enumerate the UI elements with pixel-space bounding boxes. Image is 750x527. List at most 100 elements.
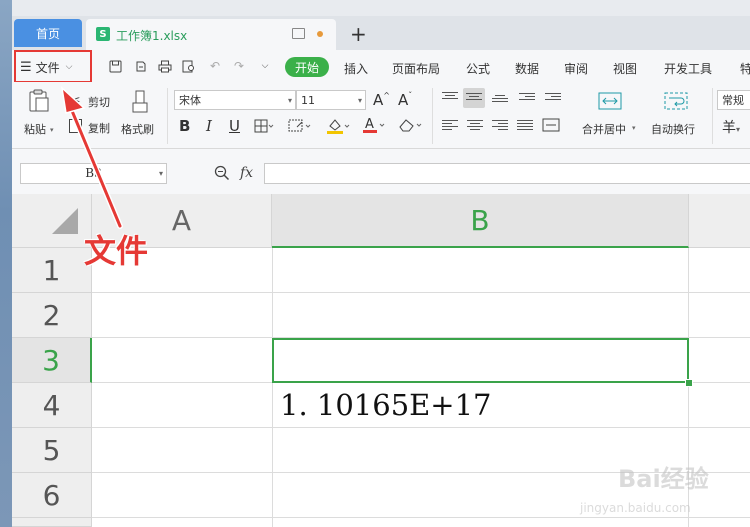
tab-start[interactable]: 开始: [285, 57, 329, 77]
align-top-icon[interactable]: [442, 92, 458, 104]
justify-icon[interactable]: [517, 120, 533, 132]
font-name-select[interactable]: 宋体 ▾: [174, 90, 296, 110]
tab-home[interactable]: 首页: [14, 19, 82, 47]
shrink-font-label: A: [398, 91, 409, 109]
format-painter-icon[interactable]: [132, 90, 148, 117]
shrink-font-button[interactable]: Aˇ: [398, 91, 412, 109]
formula-input[interactable]: [264, 163, 750, 184]
spreadsheet-window: 首页 S 工作簿1.xlsx + ☰ 文件 ⌵ ↶ ↷ ⌵ 开始 插入 页面布局…: [0, 0, 750, 527]
tab-insert[interactable]: 插入: [344, 60, 368, 77]
bold-button[interactable]: B: [179, 117, 190, 135]
tab-formulas[interactable]: 公式: [466, 60, 490, 77]
grid-line: [272, 248, 273, 527]
new-tab-button[interactable]: +: [350, 22, 367, 46]
row-header-7[interactable]: [12, 518, 92, 527]
watermark-url: jingyan.baidu.com: [580, 501, 691, 515]
grow-font-label: A: [373, 91, 384, 109]
tab-review[interactable]: 审阅: [564, 60, 588, 77]
decrease-indent-icon[interactable]: [519, 93, 535, 105]
unsaved-dot-icon: [317, 31, 323, 37]
paste-button[interactable]: 粘贴: [24, 121, 46, 137]
font-name-value: 宋体: [179, 94, 201, 107]
borders-icon[interactable]: [254, 119, 274, 136]
export-icon[interactable]: [133, 59, 147, 73]
wrap-text-button[interactable]: 自动换行: [651, 121, 695, 137]
cell-b4[interactable]: 1. 10165E+17: [280, 388, 492, 422]
underline-button[interactable]: U: [229, 117, 240, 135]
tab-more[interactable]: 特: [740, 60, 750, 77]
print-preview-icon[interactable]: [182, 59, 196, 73]
align-left-icon[interactable]: [442, 120, 458, 132]
function-button[interactable]: fx: [240, 165, 253, 181]
column-header-b[interactable]: B: [272, 194, 689, 248]
caret-down-icon: ˇ: [408, 91, 413, 100]
align-middle-icon[interactable]: [466, 93, 482, 105]
currency-button[interactable]: 羊▾: [722, 117, 740, 137]
spreadsheet-icon: S: [96, 27, 110, 41]
italic-button[interactable]: I: [206, 117, 212, 135]
align-center-icon[interactable]: [467, 120, 483, 132]
row-header-2[interactable]: 2: [12, 293, 92, 338]
fill-color-icon[interactable]: [326, 117, 350, 138]
row-header-5[interactable]: 5: [12, 428, 92, 473]
row-header-6[interactable]: 6: [12, 473, 92, 518]
number-format-value: 常规: [722, 94, 744, 107]
tab-data[interactable]: 数据: [515, 60, 539, 77]
row-header-4[interactable]: 4: [12, 383, 92, 428]
undo-icon[interactable]: ↶: [208, 59, 222, 73]
wrap-text-icon[interactable]: [664, 92, 688, 113]
font-size-select[interactable]: 11 ▾: [296, 90, 366, 110]
caret-up-icon: ^: [383, 91, 390, 100]
divider: [167, 88, 168, 144]
name-box-value: B3: [85, 166, 102, 180]
distributed-icon[interactable]: [542, 118, 560, 135]
merge-center-icon[interactable]: [598, 92, 622, 113]
eraser-icon[interactable]: [397, 117, 423, 136]
paste-dropdown-icon[interactable]: ▾: [50, 126, 54, 134]
chevron-down-icon: ▾: [736, 125, 741, 134]
zoom-icon[interactable]: [214, 165, 230, 185]
desktop-edge: [0, 0, 12, 527]
align-bottom-icon[interactable]: [492, 95, 508, 107]
monitor-icon[interactable]: [292, 28, 305, 39]
scissors-icon[interactable]: ✂: [68, 91, 81, 109]
format-painter-button[interactable]: 格式刷: [121, 121, 154, 137]
cell-style-icon[interactable]: [288, 119, 312, 136]
watermark: Bai经验 jingyan.baidu.com: [578, 459, 748, 525]
chevron-down-icon: ▾: [158, 169, 163, 178]
number-format-select[interactable]: 常规: [717, 90, 750, 110]
align-right-icon[interactable]: [492, 120, 508, 132]
redo-icon[interactable]: ↷: [232, 59, 246, 73]
document-title: 工作簿1.xlsx: [116, 29, 188, 43]
ribbon-header: [12, 50, 750, 83]
tab-view[interactable]: 视图: [613, 60, 637, 77]
grid-line: [92, 292, 750, 293]
save-icon[interactable]: [108, 59, 122, 73]
increase-indent-icon[interactable]: [545, 93, 561, 105]
merge-center-button[interactable]: 合并居中: [582, 121, 626, 137]
chevron-down-icon: ▾: [287, 95, 292, 105]
merge-dropdown-icon[interactable]: ▾: [632, 124, 636, 132]
select-all-corner[interactable]: [12, 194, 92, 248]
selected-cell-b3[interactable]: [272, 338, 689, 383]
tab-developer[interactable]: 开发工具: [664, 60, 712, 77]
watermark-brand: Bai经验: [618, 465, 709, 493]
tab-page-layout[interactable]: 页面布局: [392, 60, 440, 77]
paste-icon[interactable]: [28, 89, 50, 116]
grow-font-button[interactable]: A^: [373, 91, 390, 109]
column-header-c[interactable]: [689, 194, 750, 248]
row-header-3[interactable]: 3: [12, 338, 92, 383]
row-header-1[interactable]: 1: [12, 248, 92, 293]
cut-button[interactable]: 剪切: [88, 94, 110, 110]
currency-symbol: 羊: [722, 120, 736, 136]
customize-toolbar-icon[interactable]: ⌵: [258, 59, 272, 73]
print-icon[interactable]: [158, 59, 172, 73]
name-box[interactable]: B3 ▾: [20, 163, 167, 184]
chevron-down-icon: ▾: [357, 95, 362, 105]
copy-icon[interactable]: [69, 119, 82, 133]
grid-line: [92, 427, 750, 428]
fill-handle[interactable]: [685, 379, 693, 387]
font-color-icon[interactable]: A: [362, 116, 386, 137]
file-highlight-box: [14, 50, 92, 83]
copy-button[interactable]: 复制: [88, 120, 110, 136]
